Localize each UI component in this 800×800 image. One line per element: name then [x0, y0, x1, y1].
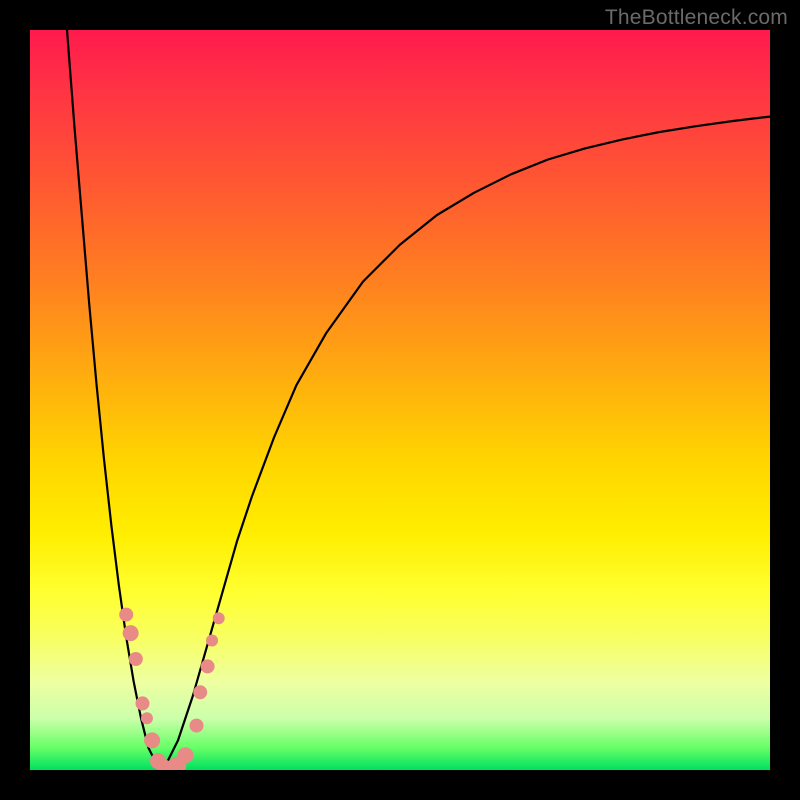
marker-dot: [213, 612, 225, 624]
marker-dot: [206, 635, 218, 647]
series-left-curve: [67, 30, 163, 770]
marker-dot: [123, 625, 139, 641]
marker-dot: [119, 608, 133, 622]
marker-dot: [190, 719, 204, 733]
marker-dot: [144, 732, 160, 748]
watermark-text: TheBottleneck.com: [605, 6, 788, 30]
marker-dot: [129, 652, 143, 666]
marker-dot: [193, 685, 207, 699]
marker-dot: [141, 712, 153, 724]
series-right-curve: [163, 117, 770, 770]
chart-frame: TheBottleneck.com: [0, 0, 800, 800]
marker-dot: [135, 696, 149, 710]
marker-dot: [201, 659, 215, 673]
marker-dot: [177, 747, 193, 763]
chart-svg: [30, 30, 770, 770]
plot-area: [30, 30, 770, 770]
